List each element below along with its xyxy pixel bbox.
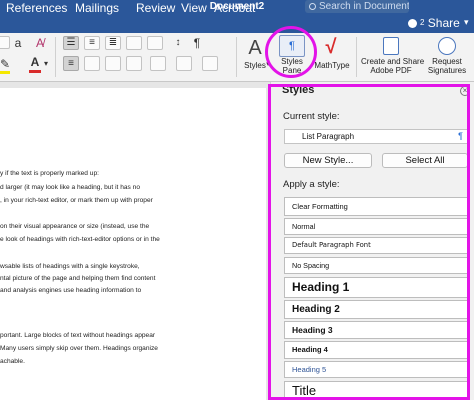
styles-gallery-icon[interactable]: A	[244, 37, 266, 59]
ribbon-separator	[236, 37, 237, 77]
tab-acrobat[interactable]: Acrobat	[214, 0, 255, 19]
tab-view[interactable]: View	[181, 0, 207, 19]
request-signatures-label-line2[interactable]: Signatures	[424, 66, 470, 75]
person-icon	[408, 19, 417, 28]
sort-icon[interactable]: ↕	[170, 36, 186, 50]
chevron-down-icon[interactable]: ▾	[42, 57, 50, 71]
request-signatures-icon[interactable]	[438, 37, 456, 55]
align-left-glyph: ≡	[68, 58, 74, 69]
font-color-icon[interactable]: A	[28, 55, 42, 69]
align-right-icon[interactable]	[105, 56, 121, 71]
search-placeholder: Search in Document	[319, 1, 409, 12]
chevron-down-icon[interactable]: ▾	[464, 14, 469, 33]
share-button[interactable]: 2 Share	[408, 14, 460, 33]
tab-mailings[interactable]: Mailings	[75, 0, 119, 19]
ribbon-separator	[55, 37, 56, 77]
document-line: d larger (it may look like a heading, bu…	[0, 184, 141, 191]
highlight-icon[interactable]: ✎	[0, 57, 12, 71]
increase-indent-icon[interactable]	[0, 36, 10, 49]
borders-icon[interactable]	[202, 56, 218, 71]
shading-icon[interactable]	[176, 56, 192, 71]
search-input[interactable]: Search in Document	[305, 0, 409, 13]
create-share-label-line1[interactable]: Create and Share	[361, 57, 424, 66]
pilcrow-icon[interactable]: ¶	[190, 36, 204, 50]
search-icon	[309, 3, 316, 10]
request-signatures-label-line1[interactable]: Request	[424, 57, 470, 66]
line-spacing-icon[interactable]	[150, 56, 166, 71]
justify-icon[interactable]	[126, 56, 142, 71]
mathtype-label[interactable]: MathType	[314, 61, 350, 70]
tab-review[interactable]: Review	[136, 0, 175, 19]
create-pdf-icon[interactable]	[383, 37, 399, 55]
document-line: ntal picture of the page and helping the…	[0, 275, 156, 282]
document-line: , in your rich-text editor, or mark them…	[0, 197, 153, 204]
document-line: y if the text is properly marked up:	[0, 170, 99, 177]
share-label: Share	[427, 16, 460, 30]
font-color-bar	[29, 70, 41, 73]
decrease-font-icon[interactable]: a	[11, 36, 25, 50]
document-line: and analysis engines use heading informa…	[0, 287, 142, 294]
tab-references[interactable]: References	[6, 0, 67, 19]
bullet-list-glyph: ☰	[66, 37, 76, 48]
document-line: Many users simply skip over them. Headin…	[0, 345, 158, 352]
styles-label[interactable]: Styles	[243, 61, 267, 70]
document-line: e look of headings with rich-text-editor…	[0, 236, 160, 243]
document-line: wsable lists of headings with a single k…	[0, 263, 140, 270]
highlight-circle	[265, 26, 317, 78]
increase-indent-icon[interactable]	[147, 36, 163, 50]
highlight-rectangle	[268, 84, 470, 400]
mathtype-icon[interactable]: √	[320, 36, 342, 58]
clear-formatting-icon[interactable]: A̸	[31, 36, 49, 50]
ribbon-separator	[356, 37, 357, 77]
highlight-color-bar	[0, 71, 10, 74]
share-badge: 2	[420, 18, 425, 27]
multilevel-list-glyph: ≣	[108, 37, 118, 48]
create-share-label-line2[interactable]: Adobe PDF	[361, 66, 421, 75]
numbered-list-glyph: ≡	[89, 37, 95, 48]
ribbon: a A̸ ✎ A ▾ ☰ ≡ ≣ ↕ ¶ ≡ A Styles ▾ ¶ Styl…	[0, 33, 474, 82]
document-line: achable.	[0, 358, 25, 365]
align-center-icon[interactable]	[84, 56, 100, 71]
document-page[interactable]: y if the text is properly marked up: d l…	[0, 88, 266, 400]
decrease-indent-icon[interactable]	[126, 36, 142, 50]
document-line: on their visual appearance or size (inst…	[0, 223, 150, 230]
document-line: portant. Large blocks of text without he…	[0, 332, 156, 339]
